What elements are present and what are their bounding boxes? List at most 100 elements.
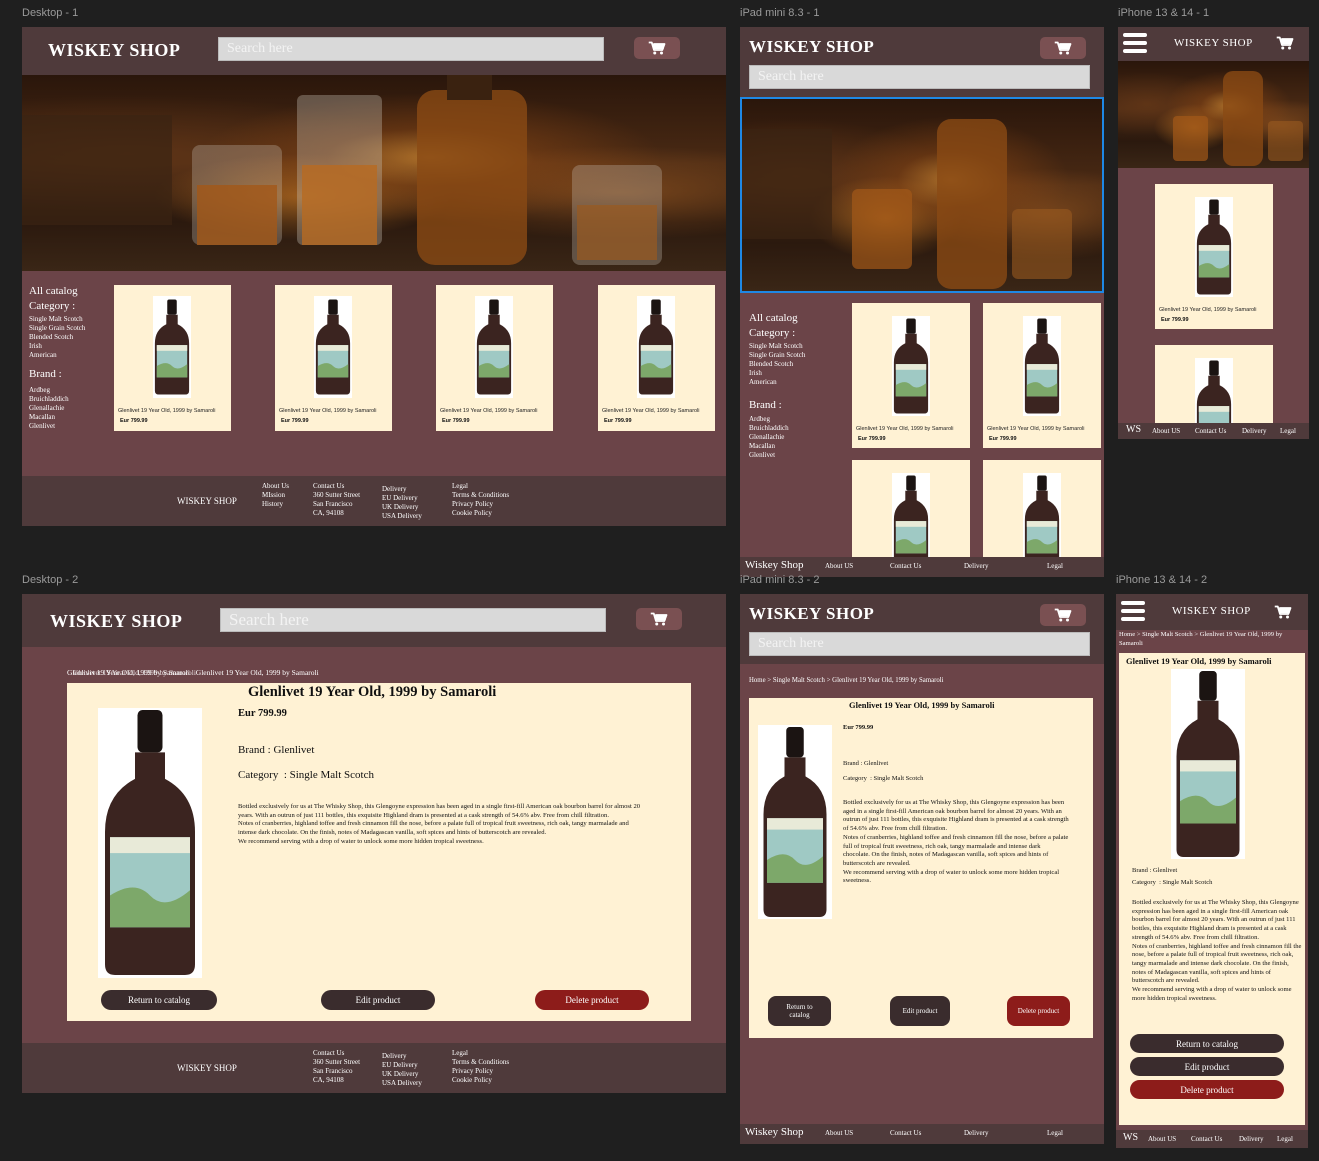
category-item[interactable]: American (749, 378, 839, 387)
category-item[interactable]: Single Grain Scotch (29, 324, 109, 333)
category-item[interactable]: American (29, 351, 109, 360)
brand-item[interactable]: Glenallachie (749, 433, 839, 442)
footer-link[interactable]: Delivery (964, 1129, 989, 1138)
category-item[interactable]: Irish (749, 369, 839, 378)
product-card[interactable] (983, 460, 1101, 560)
product-card[interactable]: Glenlivet 19 Year Old, 1999 by Samaroli … (436, 285, 553, 431)
footer-link[interactable]: About Us (262, 482, 289, 491)
product-card[interactable]: Glenlivet 19 Year Old, 1999 by Samaroli … (852, 303, 970, 448)
all-catalog-link[interactable]: All catalog (29, 285, 109, 297)
footer-link[interactable]: Contact Us (1195, 427, 1226, 436)
logo[interactable]: WISKEY SHOP (48, 40, 180, 61)
footer-link[interactable]: Delivery (1239, 1135, 1264, 1144)
product-card[interactable]: Glenlivet 19 Year Old, 1999 by Samaroli … (1155, 184, 1273, 329)
cart-button[interactable] (1040, 604, 1086, 626)
cart-button[interactable] (634, 37, 680, 59)
footer-link[interactable]: About US (1152, 427, 1180, 436)
footer-link[interactable]: Delivery (964, 562, 989, 571)
cart-button[interactable] (636, 608, 682, 630)
breadcrumb[interactable]: Home > Single Malt Scotch > Glenlivet 19… (749, 677, 944, 684)
footer-link[interactable]: Privacy Policy (452, 1067, 509, 1076)
product-card[interactable]: Glenlivet 19 Year Old, 1999 by Samaroli … (983, 303, 1101, 448)
brand-item[interactable]: Macallan (29, 413, 109, 422)
footer-link[interactable]: Contact Us (313, 1049, 360, 1058)
category-item[interactable]: Irish (29, 342, 109, 351)
product-card[interactable]: Glenlivet 19 Year Old, 1999 by Samaroli … (275, 285, 392, 431)
footer-link[interactable]: Contact Us (890, 562, 921, 571)
footer-link[interactable]: UK Delivery (382, 503, 422, 512)
footer-link[interactable]: USA Delivery (382, 1079, 422, 1088)
footer-link[interactable]: USA Delivery (382, 512, 422, 521)
brand-item[interactable]: Bruichladdich (749, 424, 839, 433)
brand-item[interactable]: Macallan (749, 442, 839, 451)
breadcrumb[interactable]: Home > Single Malt Scotch > Glenlivet 19… (1119, 631, 1299, 648)
footer-link[interactable]: Contact Us (1191, 1135, 1222, 1144)
search-input[interactable]: Search here (749, 65, 1090, 89)
all-catalog-link[interactable]: All catalog (749, 312, 839, 324)
logo[interactable]: WISKEY SHOP (1172, 605, 1251, 617)
footer-link[interactable]: Privacy Policy (452, 500, 509, 509)
product-card[interactable] (852, 460, 970, 560)
brand-item[interactable]: Bruichladdich (29, 395, 109, 404)
hamburger-menu-icon[interactable] (1123, 32, 1147, 54)
footer-link[interactable]: Delivery (382, 1052, 422, 1061)
category-item[interactable]: Blended Scotch (29, 333, 109, 342)
delete-product-button[interactable]: Delete product (1007, 996, 1070, 1026)
product-card[interactable]: Glenlivet 19 Year Old, 1999 by Samaroli … (114, 285, 231, 431)
footer-link[interactable]: Terms & Conditions (452, 491, 509, 500)
category-item[interactable]: Blended Scotch (749, 360, 839, 369)
footer-link[interactable]: Legal (1280, 427, 1296, 436)
return-to-catalog-button[interactable]: Return to catalog (101, 990, 217, 1010)
cart-button[interactable] (1272, 603, 1294, 621)
hamburger-menu-icon[interactable] (1121, 600, 1145, 622)
product-card[interactable]: Glenlivet 19 Year Old, 1999 by Samaroli … (598, 285, 715, 431)
footer-link[interactable]: About US (825, 1129, 853, 1138)
return-to-catalog-button[interactable]: Return to catalog (1130, 1034, 1284, 1053)
footer-link[interactable]: Cookie Policy (452, 509, 509, 518)
breadcrumb[interactable]: Glenlivet 19 Year Old, 1999 by Samaroli … (67, 668, 319, 677)
edit-product-button[interactable]: Edit product (1130, 1057, 1284, 1076)
logo[interactable]: WISKEY SHOP (749, 604, 874, 624)
product-card[interactable] (1155, 345, 1273, 423)
footer-link[interactable]: Contact Us (313, 482, 360, 491)
footer-link[interactable]: Legal (452, 482, 509, 491)
footer-link[interactable]: Cookie Policy (452, 1076, 509, 1085)
brand-item[interactable]: Ardbeg (749, 415, 839, 424)
footer-link[interactable]: Delivery (1242, 427, 1267, 436)
footer-link[interactable]: Delivery (382, 485, 422, 494)
category-item[interactable]: Single Malt Scotch (29, 315, 109, 324)
edit-product-button[interactable]: Edit product (321, 990, 435, 1010)
footer-link[interactable]: EU Delivery (382, 1061, 422, 1070)
cart-button[interactable] (1274, 34, 1296, 52)
search-input[interactable]: Search here (218, 37, 604, 61)
footer-link[interactable]: Legal (452, 1049, 509, 1058)
footer-link[interactable]: About US (825, 562, 853, 571)
logo[interactable]: WISKEY SHOP (1174, 37, 1253, 49)
footer-link[interactable]: Terms & Conditions (452, 1058, 509, 1067)
footer-link[interactable]: EU Delivery (382, 494, 422, 503)
frame-label-ipad-1: iPad mini 8.3 - 1 (740, 7, 820, 19)
footer-link[interactable]: MIssion (262, 491, 289, 500)
edit-product-button[interactable]: Edit product (890, 996, 950, 1026)
footer-link[interactable]: Legal (1047, 562, 1063, 571)
logo[interactable]: WISKEY SHOP (50, 611, 182, 632)
category-item[interactable]: Single Malt Scotch (749, 342, 839, 351)
return-to-catalog-button[interactable]: Return to catalog (768, 996, 831, 1026)
footer-link[interactable]: History (262, 500, 289, 509)
brand-item[interactable]: Glenlivet (749, 451, 839, 460)
footer-link[interactable]: Legal (1277, 1135, 1293, 1144)
footer-link[interactable]: Legal (1047, 1129, 1063, 1138)
delete-product-button[interactable]: Delete product (1130, 1080, 1284, 1099)
delete-product-button[interactable]: Delete product (535, 990, 649, 1010)
logo[interactable]: WISKEY SHOP (749, 37, 874, 57)
footer-link[interactable]: UK Delivery (382, 1070, 422, 1079)
search-input[interactable]: Search here (220, 608, 606, 632)
footer-link[interactable]: About US (1148, 1135, 1176, 1144)
brand-item[interactable]: Glenallachie (29, 404, 109, 413)
search-input[interactable]: Search here (749, 632, 1090, 656)
category-item[interactable]: Single Grain Scotch (749, 351, 839, 360)
footer-link[interactable]: Contact Us (890, 1129, 921, 1138)
cart-button[interactable] (1040, 37, 1086, 59)
brand-item[interactable]: Ardbeg (29, 386, 109, 395)
brand-item[interactable]: Glenlivet (29, 422, 109, 431)
